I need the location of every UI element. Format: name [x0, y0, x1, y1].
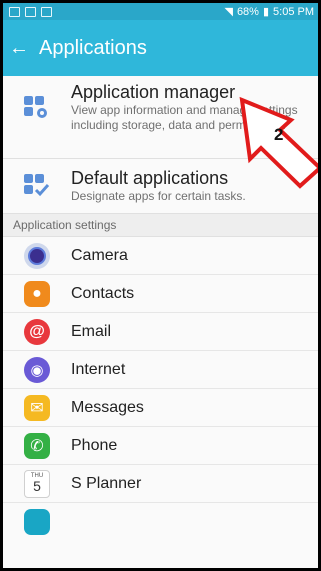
back-arrow-icon[interactable]: ←	[9, 38, 35, 58]
app-manager-icon	[3, 82, 71, 120]
app-item-camera[interactable]: Camera	[3, 237, 318, 275]
notification-icon	[9, 6, 20, 17]
app-label: Messages	[71, 398, 144, 416]
phone-icon: ✆	[24, 432, 50, 459]
status-indicators: ◥ 68% ▮ 5:05 PM	[224, 5, 314, 19]
battery-level: 68%	[236, 5, 259, 18]
clock: 5:05 PM	[273, 5, 314, 18]
app-item-email[interactable]: @ Email	[3, 313, 318, 351]
callout-arrow-icon: 2	[239, 96, 318, 189]
app-label: S Planner	[71, 474, 142, 492]
signal-icon: ◥	[224, 6, 233, 18]
messages-icon: ✉	[24, 394, 50, 421]
status-bar: ◥ 68% ▮ 5:05 PM	[3, 3, 318, 20]
camera-icon	[24, 242, 50, 269]
app-item-partial[interactable]	[3, 503, 318, 540]
app-item-s-planner[interactable]: THU 5 S Planner	[3, 465, 318, 503]
calendar-date: 5	[33, 477, 41, 494]
section-header: Application settings	[3, 214, 318, 237]
app-item-contacts[interactable]: ● Contacts	[3, 275, 318, 313]
notification-icons	[9, 6, 52, 17]
screen-frame: ◥ 68% ▮ 5:05 PM ← Applications Applicati…	[0, 0, 321, 571]
calendar-icon: THU 5	[24, 469, 50, 498]
app-label: Internet	[71, 360, 126, 378]
notification-icon	[41, 6, 52, 17]
page-title: Applications	[39, 36, 147, 59]
default-apps-icon	[3, 168, 71, 198]
app-icon	[24, 508, 50, 535]
app-item-messages[interactable]: ✉ Messages	[3, 389, 318, 427]
contacts-icon: ●	[24, 280, 50, 307]
menu-item-subtitle: Designate apps for certain tasks.	[71, 189, 246, 203]
callout-number: 2	[274, 125, 283, 144]
email-icon: @	[24, 318, 50, 345]
app-label: Contacts	[71, 284, 135, 302]
app-item-phone[interactable]: ✆ Phone	[3, 427, 318, 465]
notification-icon	[25, 6, 36, 17]
app-item-internet[interactable]: ◉ Internet	[3, 351, 318, 389]
app-bar: ← Applications	[3, 20, 318, 76]
app-label: Email	[71, 322, 112, 340]
app-label: Camera	[71, 246, 128, 264]
app-label: Phone	[71, 436, 118, 454]
battery-icon: ▮	[262, 6, 270, 18]
internet-icon: ◉	[24, 356, 50, 383]
